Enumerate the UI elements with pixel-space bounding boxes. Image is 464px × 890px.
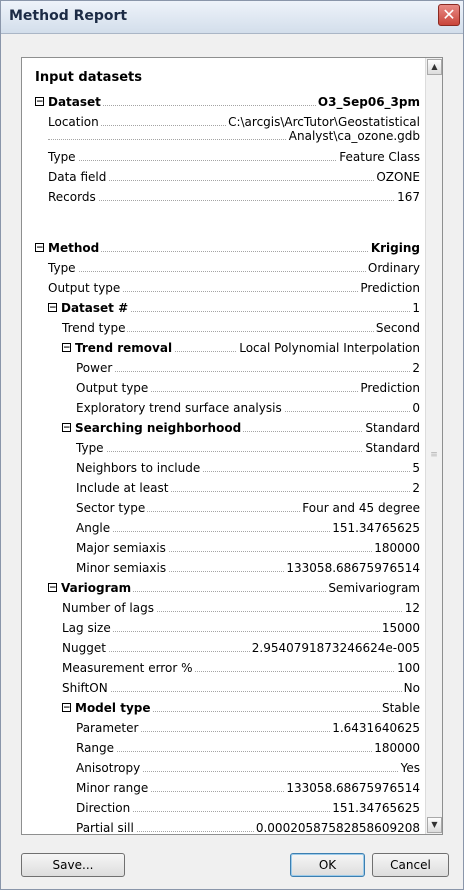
- variogram-row[interactable]: − Variogram Semivariogram: [48, 578, 420, 598]
- trend-output-type-row: Output type Prediction: [76, 378, 420, 398]
- save-button[interactable]: Save...: [21, 853, 125, 877]
- direction-row: Direction 151.34765625: [76, 798, 420, 818]
- neighborhood-type-row: Type Standard: [76, 438, 420, 458]
- collapse-icon[interactable]: −: [62, 343, 71, 353]
- lag-size-row: Lag size 15000: [62, 618, 420, 638]
- collapse-icon[interactable]: −: [48, 303, 57, 313]
- method-report-window: Method Report ✕ Input datasets − Dataset …: [0, 0, 464, 890]
- report-body: Input datasets − Dataset O3_Sep06_3pm Loc…: [22, 58, 424, 834]
- power-row: Power 2: [76, 358, 420, 378]
- report-panel: Input datasets − Dataset O3_Sep06_3pm Loc…: [21, 57, 443, 835]
- major-semiaxis-row: Major semiaxis 180000: [76, 538, 420, 558]
- partial-sill-row: Partial sill 0.00020587582858609208: [76, 818, 420, 834]
- location-value-line2: Analyst\ca_ozone.gdb: [286, 126, 420, 146]
- scroll-up-icon[interactable]: ▲: [427, 59, 442, 75]
- trend-type-row: Trend type Second: [62, 318, 420, 338]
- method-output-type-row: Output type Prediction: [48, 278, 420, 298]
- angle-row: Angle 151.34765625: [76, 518, 420, 538]
- collapse-icon[interactable]: −: [35, 97, 44, 107]
- method-type-row: Type Ordinary: [48, 258, 420, 278]
- scroll-down-icon[interactable]: ▼: [427, 817, 442, 833]
- method-row[interactable]: − Method Kriging: [35, 238, 420, 258]
- shifton-row: ShiftON No: [62, 678, 420, 698]
- sector-type-row: Sector type Four and 45 degree: [76, 498, 420, 518]
- section-title-input-datasets: Input datasets: [35, 70, 142, 85]
- parameter-row: Parameter 1.6431640625: [76, 718, 420, 738]
- title-bar: Method Report ✕: [1, 1, 463, 34]
- collapse-icon[interactable]: −: [48, 583, 57, 593]
- dataset-value: O3_Sep06_3pm: [315, 92, 420, 112]
- location-row-2: Analyst\ca_ozone.gdb: [48, 126, 420, 146]
- number-of-lags-row: Number of lags 12: [62, 598, 420, 618]
- measurement-error-row: Measurement error % 100: [62, 658, 420, 678]
- vertical-scrollbar[interactable]: ▲ ≡ ▼: [425, 58, 442, 834]
- include-at-least-row: Include at least 2: [76, 478, 420, 498]
- anisotropy-row: Anisotropy Yes: [76, 758, 420, 778]
- minor-semiaxis-row: Minor semiaxis 133058.68675976514: [76, 558, 420, 578]
- collapse-icon[interactable]: −: [35, 243, 44, 253]
- dataset-type-row: Type Feature Class: [48, 147, 420, 167]
- dataset-label: Dataset: [48, 95, 101, 109]
- cancel-button[interactable]: Cancel: [372, 853, 449, 877]
- collapse-icon[interactable]: −: [62, 703, 71, 713]
- records-row: Records 167: [48, 187, 420, 207]
- ok-button[interactable]: OK: [290, 853, 365, 877]
- range-row: Range 180000: [76, 738, 420, 758]
- nugget-row: Nugget 2.9540791873246624e-005: [62, 638, 420, 658]
- exploratory-trend-row: Exploratory trend surface analysis 0: [76, 398, 420, 418]
- neighbors-row: Neighbors to include 5: [76, 458, 420, 478]
- scroll-grip-icon[interactable]: ≡: [430, 450, 438, 460]
- searching-neighborhood-row[interactable]: − Searching neighborhood Standard: [62, 418, 420, 438]
- close-icon[interactable]: ✕: [438, 4, 460, 26]
- dataset-number-row[interactable]: − Dataset # 1: [48, 298, 420, 318]
- dataset-row[interactable]: − Dataset O3_Sep06_3pm: [35, 92, 420, 112]
- data-field-row: Data field OZONE: [48, 167, 420, 187]
- model-type-row[interactable]: − Model type Stable: [62, 698, 420, 718]
- trend-removal-row[interactable]: − Trend removal Local Polynomial Interpol…: [62, 338, 420, 358]
- window-title: Method Report: [9, 8, 128, 24]
- minor-range-row: Minor range 133058.68675976514: [76, 778, 420, 798]
- collapse-icon[interactable]: −: [62, 423, 71, 433]
